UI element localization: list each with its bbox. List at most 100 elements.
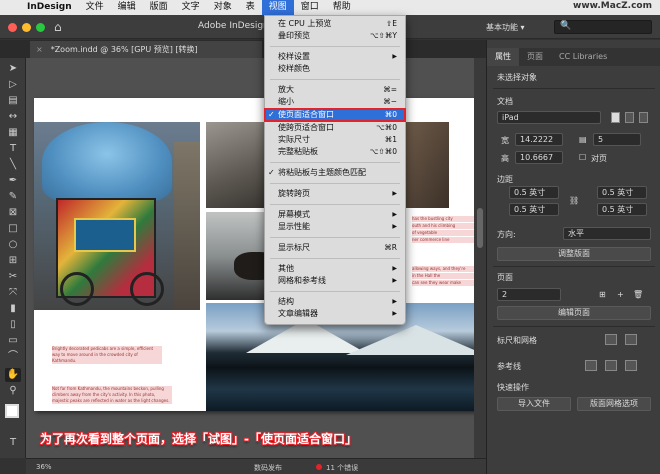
menu-item-story-editor[interactable]: 文章编辑器 ▶ xyxy=(265,308,405,320)
menu-item-screen-mode[interactable]: 屏幕模式 ▶ xyxy=(265,209,405,221)
ruler-toggle-icon[interactable] xyxy=(605,334,617,345)
line-tool-icon[interactable]: ╲ xyxy=(5,158,21,172)
rectangle-frame-tool-icon[interactable]: ⊠ xyxy=(5,206,21,220)
menu-item-entire-pasteboard[interactable]: 完整粘贴板 ⌥⇧⌘0 xyxy=(265,146,405,158)
document-preset-select[interactable]: iPad xyxy=(497,111,601,124)
margin-right-field[interactable]: 0.5 英寸 xyxy=(597,186,647,199)
menu-object[interactable]: 对象 xyxy=(207,0,239,15)
adjust-layout-button[interactable]: 调整版面 xyxy=(497,247,651,261)
publish-label[interactable]: 数码发布 xyxy=(254,463,282,473)
scissors-tool-icon[interactable]: ✂ xyxy=(5,270,21,284)
guides-show-icon[interactable] xyxy=(585,360,597,371)
vertical-scrollbar[interactable] xyxy=(474,58,486,458)
gap-tool-icon[interactable]: ↔ xyxy=(5,110,21,124)
close-window-button[interactable] xyxy=(8,23,17,32)
content-collector-icon[interactable]: ▦ xyxy=(5,126,21,140)
type-tool-icon[interactable]: T xyxy=(5,142,21,156)
menu-item-grids-guides[interactable]: 网格和参考线 ▶ xyxy=(265,275,405,287)
menu-item-rotate-spread[interactable]: 旋转跨页 ▶ xyxy=(265,188,405,200)
menu-item-show-rulers[interactable]: 显示标尺 ⌘R xyxy=(265,242,405,254)
menu-item-fit-page-in-window[interactable]: ✓ 使页面适合窗口 ⌘0 xyxy=(264,108,406,122)
menu-item-structure[interactable]: 结构 ▶ xyxy=(265,296,405,308)
rickshaw-photo[interactable] xyxy=(34,122,200,310)
margin-left-field[interactable]: 0.5 英寸 xyxy=(597,203,647,216)
orientation-select[interactable]: 水平 xyxy=(563,227,651,240)
eyedropper-tool-icon[interactable]: ⌒ xyxy=(5,350,21,364)
margin-top-field[interactable]: 0.5 英寸 xyxy=(509,186,559,199)
selection-tool-icon[interactable]: ➤ xyxy=(5,62,21,76)
add-icon[interactable]: + xyxy=(617,290,624,299)
facing-pages-checkbox[interactable]: ☐ xyxy=(579,153,586,162)
zoom-tool-icon[interactable]: ⚲ xyxy=(5,384,21,398)
tab-properties[interactable]: 属性 xyxy=(487,48,519,66)
pencil-tool-icon[interactable]: ✎ xyxy=(5,190,21,204)
menu-type[interactable]: 文字 xyxy=(175,0,207,15)
landscape-orientation-icon[interactable] xyxy=(625,112,634,123)
link-margins-icon[interactable]: ⛓ xyxy=(569,196,579,205)
menu-window[interactable]: 窗口 xyxy=(294,0,326,15)
table-tool-icon[interactable]: ⊞ xyxy=(5,254,21,268)
add-page-icon[interactable]: ⊞ xyxy=(599,290,606,299)
margin-bottom-field[interactable]: 0.5 英寸 xyxy=(509,203,559,216)
menu-item-label: 文章编辑器 xyxy=(278,309,318,318)
binding-icon[interactable] xyxy=(639,112,648,123)
menu-item-overprint-preview[interactable]: 叠印预览 ⌥⇧⌘Y xyxy=(265,30,405,42)
apple-icon[interactable] xyxy=(0,0,20,15)
text-formatting-icon[interactable]: T xyxy=(5,436,21,450)
fill-stroke-swatch[interactable] xyxy=(5,404,19,418)
tab-pages[interactable]: 页面 xyxy=(519,48,551,66)
submenu-arrow-icon: ▶ xyxy=(392,211,397,218)
workspace-switcher[interactable]: 基本功能 ▾ xyxy=(486,22,525,33)
gradient-feather-icon[interactable]: ▯ xyxy=(5,318,21,332)
minimize-window-button[interactable] xyxy=(22,23,31,32)
home-icon[interactable]: ⌂ xyxy=(54,20,62,34)
close-tab-icon[interactable]: × xyxy=(36,45,43,54)
note-tool-icon[interactable]: ▭ xyxy=(5,334,21,348)
menu-edit[interactable]: 编辑 xyxy=(111,0,143,15)
direct-selection-tool-icon[interactable]: ▷ xyxy=(5,78,21,92)
menu-item-proof-setup[interactable]: 校样设置 ▶ xyxy=(265,51,405,63)
free-transform-tool-icon[interactable]: ⤧ xyxy=(5,286,21,300)
import-file-button[interactable]: 导入文件 xyxy=(497,397,571,411)
zoom-level[interactable]: 36% xyxy=(36,463,52,471)
menu-layout[interactable]: 版面 xyxy=(143,0,175,15)
tab-cc-libraries[interactable]: CC Libraries xyxy=(551,48,615,66)
grid-toggle-icon[interactable] xyxy=(625,334,637,345)
guides-lock-icon[interactable] xyxy=(605,360,617,371)
app-menu[interactable]: InDesign xyxy=(20,0,79,15)
menu-item-actual-size[interactable]: 实际尺寸 ⌘1 xyxy=(265,134,405,146)
menu-item-match-pasteboard-theme[interactable]: ✓ 将粘贴板与主题颜色匹配 xyxy=(265,167,405,179)
rectangle-tool-icon[interactable]: □ xyxy=(5,222,21,236)
portrait-orientation-icon[interactable] xyxy=(611,112,620,123)
menu-item-display-performance[interactable]: 显示性能 ▶ xyxy=(265,221,405,233)
delete-page-icon[interactable]: 🗑 xyxy=(633,290,643,299)
menu-item-proof-colors[interactable]: 校样颜色 xyxy=(265,63,405,75)
error-count[interactable]: 11 个错误 xyxy=(326,463,358,473)
menu-view[interactable]: 视图 xyxy=(261,0,294,15)
menu-item-zoom-out[interactable]: 缩小 ⌘− xyxy=(265,96,405,108)
pen-tool-icon[interactable]: ✒ xyxy=(5,174,21,188)
edit-page-button[interactable]: 编辑页面 xyxy=(497,306,651,320)
pages-count-field[interactable]: 5 xyxy=(593,133,641,146)
menu-table[interactable]: 表 xyxy=(239,0,262,15)
page-tool-icon[interactable]: ▤ xyxy=(5,94,21,108)
document-canvas[interactable]: Brightly decorated pedicabs are a simple… xyxy=(26,58,486,458)
layout-grid-options-button[interactable]: 版面网格选项 xyxy=(577,397,651,411)
menu-item-extras[interactable]: 其他 ▶ xyxy=(265,263,405,275)
search-input[interactable]: 🔍 xyxy=(554,20,652,34)
hand-tool-icon[interactable]: ✋ xyxy=(5,368,21,382)
menu-item-cpu-preview[interactable]: 在 CPU 上预览 ⇧E xyxy=(265,18,405,30)
zoom-window-button[interactable] xyxy=(36,23,45,32)
page-number-select[interactable]: 2 xyxy=(497,288,561,301)
menu-item-fit-spread-in-window[interactable]: 使跨页适合窗口 ⌥⌘0 xyxy=(265,122,405,134)
gradient-tool-icon[interactable]: ▮ xyxy=(5,302,21,316)
ellipse-tool-icon[interactable]: ○ xyxy=(5,238,21,252)
menu-item-zoom-in[interactable]: 放大 ⌘= xyxy=(265,84,405,96)
height-field[interactable]: 10.6667 xyxy=(515,151,563,164)
menu-file[interactable]: 文件 xyxy=(79,0,111,15)
menu-help[interactable]: 帮助 xyxy=(326,0,358,15)
document-tab[interactable]: × *Zoom.indd @ 36% [GPU 预览] [转换] xyxy=(30,41,262,58)
width-field[interactable]: 14.2222 xyxy=(515,133,563,146)
smart-guides-icon[interactable] xyxy=(625,360,637,371)
scrollbar-thumb[interactable] xyxy=(477,208,483,248)
